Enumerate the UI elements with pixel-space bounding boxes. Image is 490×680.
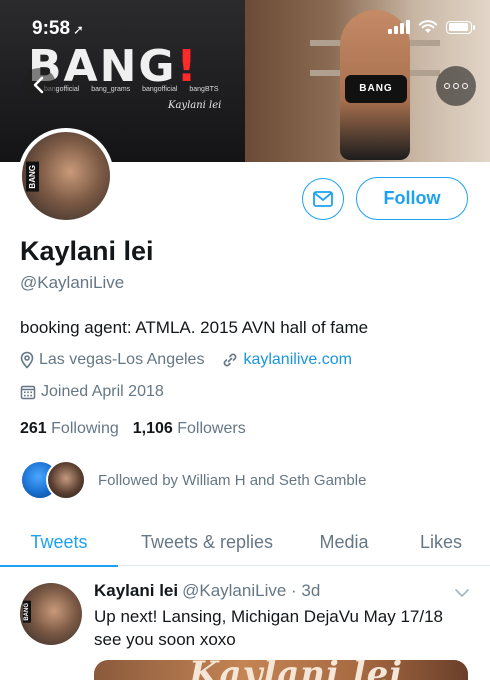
profile-avatar[interactable]: BANG (18, 128, 114, 224)
tab-likes[interactable]: Likes (392, 518, 490, 566)
tab-media[interactable]: Media (296, 518, 392, 566)
tweet-text: Up next! Lansing, Michigan DejaVu May 17… (94, 607, 444, 649)
message-button[interactable] (302, 178, 344, 220)
calendar-icon (20, 385, 36, 400)
tweet-menu-button[interactable] (454, 585, 470, 603)
tweet-header: Kaylani lei @KaylaniLive · 3d (94, 581, 320, 601)
tweet-avatar-tag: BANG (23, 601, 31, 623)
status-time: 9:58 ➚ (32, 18, 84, 40)
banner-figure-top: BANG (345, 75, 407, 103)
banner-social-handle: bang_grams (91, 86, 131, 93)
followed-by-row[interactable]: Followed by William H and Seth Gamble (20, 460, 366, 500)
tab-tweets-replies[interactable]: Tweets & replies (118, 518, 296, 566)
banner-social-row: bangofficial bang_grams bangofficial ban… (44, 86, 229, 93)
followers-label: Followers (177, 420, 246, 437)
chevron-left-icon (33, 76, 44, 94)
joined-text: Joined April 2018 (41, 383, 164, 400)
tab-tweets[interactable]: Tweets (0, 518, 118, 567)
avatar-tag: BANG (26, 162, 39, 192)
following-label: Following (51, 420, 119, 437)
status-icons (388, 20, 475, 34)
status-time-text: 9:58 (32, 18, 71, 39)
banner-figure-text: BANG (359, 83, 393, 94)
back-button[interactable] (22, 68, 56, 102)
wifi-icon (418, 20, 438, 34)
tweet-author-handle: @KaylaniLive (182, 581, 287, 600)
profile-website[interactable]: kaylanilive.com (222, 351, 352, 369)
following-count: 261 (20, 420, 47, 437)
tweet-author-name: Kaylani lei (94, 581, 179, 600)
profile-name: Kaylani lei (20, 236, 154, 266)
website-link[interactable]: kaylanilive.com (243, 351, 351, 369)
signal-icon (388, 20, 410, 34)
profile-meta: Las vegas-Los Angeles kaylanilive.com (20, 351, 370, 369)
followed-by-avatars (20, 460, 88, 500)
followers-link[interactable]: 1,106 Followers (133, 420, 246, 437)
following-link[interactable]: 261 Following (20, 420, 119, 437)
follow-button[interactable]: Follow (356, 177, 468, 220)
banner-signature: Kaylani lei (168, 100, 222, 111)
chevron-down-icon (455, 589, 469, 597)
banner-social-handle: bangBTS (189, 86, 219, 93)
profile-handle: @KaylaniLive (20, 273, 125, 292)
tweet-media-image[interactable]: Kaylani lei (94, 660, 468, 680)
follower-avatar (46, 460, 86, 500)
location-arrow-icon: ➚ (73, 22, 84, 37)
profile-location: Las vegas-Los Angeles (20, 351, 204, 369)
tweet-avatar[interactable]: BANG (20, 583, 82, 645)
more-options-button[interactable] (436, 66, 476, 106)
tweet-media-title: Kaylani lei (189, 660, 404, 680)
location-pin-icon (20, 351, 34, 369)
more-dot-icon (462, 83, 468, 89)
more-dot-icon (453, 83, 459, 89)
location-text: Las vegas-Los Angeles (39, 351, 205, 368)
envelope-icon (313, 191, 333, 207)
more-dot-icon (444, 83, 450, 89)
followed-by-text: Followed by William H and Seth Gamble (98, 471, 367, 489)
link-icon (224, 353, 237, 367)
profile-tabs: Tweets Tweets & replies Media Likes (0, 518, 490, 567)
profile-bio: booking agent: ATMLA. 2015 AVN hall of f… (20, 318, 369, 337)
bang-logo-exclaim: ! (176, 41, 199, 92)
tweet-time: · 3d (291, 581, 321, 600)
follow-counts: 261 Following 1,106 Followers (20, 420, 246, 438)
banner-social-handle: bangofficial (142, 86, 178, 93)
tweet-item[interactable]: BANG Kaylani lei @KaylaniLive · 3d Up nex… (0, 567, 490, 680)
battery-icon (446, 20, 475, 34)
followers-count: 1,106 (132, 420, 173, 437)
profile-joined: Joined April 2018 (20, 383, 164, 401)
